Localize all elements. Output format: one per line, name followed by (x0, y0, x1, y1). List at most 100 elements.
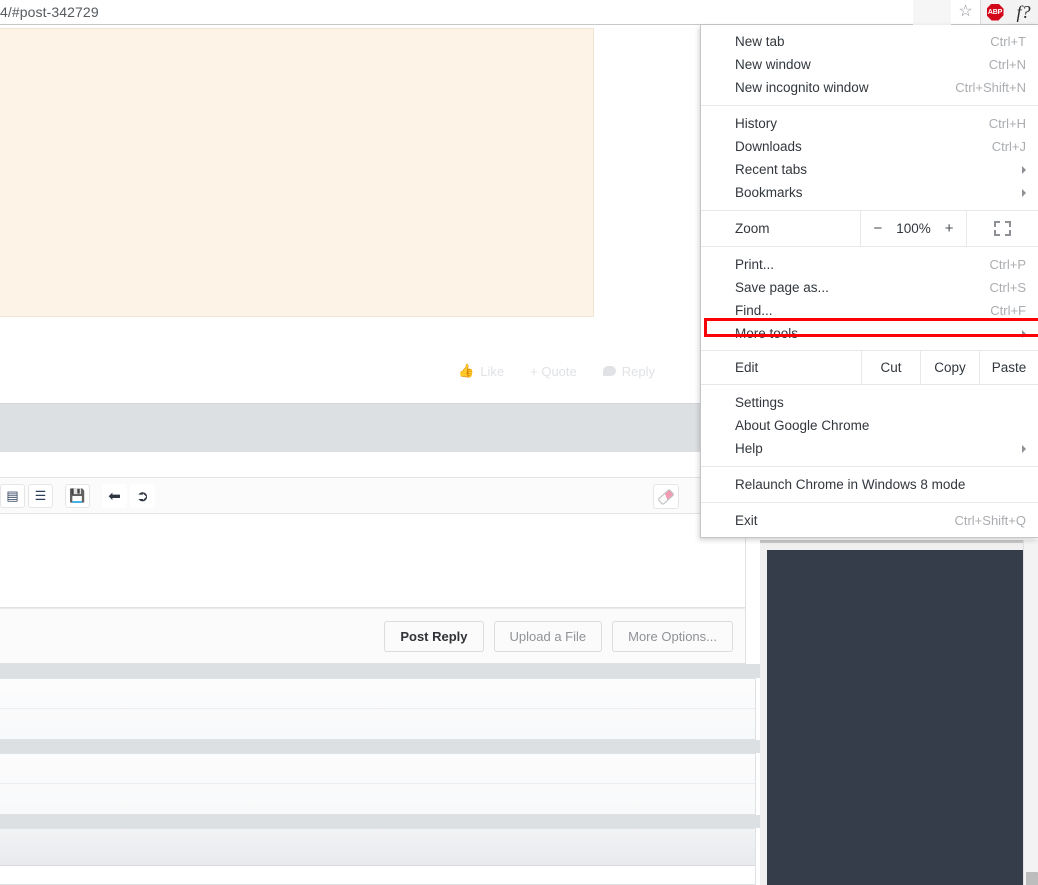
menu-accel: Ctrl+H (988, 116, 1026, 131)
paste-button[interactable]: Paste (979, 351, 1038, 384)
quote-label: + Quote (530, 363, 577, 379)
menu-item-exit[interactable]: Exit Ctrl+Shift+Q (701, 509, 1038, 532)
menu-item-print[interactable]: Print... Ctrl+P (701, 253, 1038, 276)
bookmark-star-icon: ☆ (958, 3, 973, 20)
menu-item-save-page-as[interactable]: Save page as... Ctrl+S (701, 276, 1038, 299)
eraser-glyph (657, 488, 675, 505)
address-bar-url: 4/#post-342729 (0, 4, 99, 20)
menu-label: New incognito window (735, 80, 869, 95)
chevron-right-icon (1022, 329, 1026, 338)
page-scrollbar[interactable] (1023, 540, 1038, 885)
sidebar-dark-panel (760, 540, 1038, 885)
content-panel-3 (0, 828, 756, 885)
menu-label: Relaunch Chrome in Windows 8 mode (735, 477, 966, 492)
redo-icon[interactable]: ➲ (130, 483, 155, 508)
menu-label: Bookmarks (735, 185, 803, 200)
undo-icon[interactable]: ⬅ (102, 483, 127, 508)
zoom-controls: − 100% + (860, 211, 966, 246)
menu-edit-row: Edit Cut Copy Paste (701, 350, 1038, 385)
panel-gutter-2 (0, 740, 766, 753)
menu-item-new-tab[interactable]: New tab Ctrl+T (701, 30, 1038, 53)
chrome-main-menu: New tab Ctrl+T New window Ctrl+N New inc… (700, 25, 1038, 538)
menu-separator (701, 105, 1038, 106)
list-icon[interactable]: ☰ (28, 483, 53, 508)
menu-item-recent-tabs[interactable]: Recent tabs (701, 158, 1038, 181)
rail-top-border (760, 540, 1038, 543)
more-options-button[interactable]: More Options... (612, 620, 733, 652)
adblock-plus-icon: ABP (986, 3, 1004, 21)
menu-label: More tools (735, 326, 799, 341)
menu-accel: Ctrl+T (990, 34, 1026, 49)
zoom-in-button[interactable]: + (945, 220, 954, 237)
font-question-extension-icon: f? (1016, 1, 1031, 22)
menu-accel: Ctrl+S (989, 280, 1026, 295)
menu-item-new-window[interactable]: New window Ctrl+N (701, 53, 1038, 76)
content-panel-2 (0, 753, 756, 815)
font-extension-button[interactable]: f? (1009, 0, 1038, 25)
menu-label: Recent tabs (735, 162, 808, 177)
menu-label: New window (735, 57, 811, 72)
menu-item-settings[interactable]: Settings (701, 391, 1038, 414)
media-icon[interactable]: ▤ (0, 483, 25, 508)
like-label: Like (480, 363, 505, 379)
menu-label: History (735, 116, 778, 131)
menu-item-find[interactable]: Find... Ctrl+F (701, 299, 1038, 322)
panel-gutter-1 (0, 664, 766, 678)
menu-item-history[interactable]: History Ctrl+H (701, 112, 1038, 135)
chevron-right-icon (1022, 188, 1026, 197)
reply-textarea[interactable] (0, 515, 746, 608)
thumbs-up-icon: 👍 (458, 363, 475, 378)
eraser-icon[interactable] (653, 484, 679, 509)
zoom-level-value: 100% (896, 221, 931, 236)
menu-label: Save page as... (735, 280, 829, 295)
speech-bubble-icon (602, 366, 616, 376)
menu-accel: Ctrl+Shift+N (955, 80, 1026, 95)
scrollbar-thumb[interactable] (1026, 872, 1038, 885)
menu-item-downloads[interactable]: Downloads Ctrl+J (701, 135, 1038, 158)
zoom-label: Zoom (735, 221, 770, 236)
post-message-body (0, 28, 594, 317)
menu-accel: Ctrl+Shift+Q (954, 513, 1026, 528)
menu-item-help[interactable]: Help (701, 437, 1038, 460)
menu-zoom-row: Zoom − 100% + (701, 210, 1038, 247)
content-panel-1 (0, 678, 756, 740)
screen: 👍 Like + Quote Reply ▤ ☰ 💾 ⬅ ➲ Post Repl… (0, 0, 1038, 885)
sidebar-dark-fill (767, 550, 1023, 885)
edit-label: Edit (735, 360, 759, 375)
address-bar[interactable]: 4/#post-342729 (0, 0, 913, 25)
menu-label: Help (735, 441, 763, 456)
panel-gutter-3 (0, 815, 766, 828)
post-action-bar: 👍 Like + Quote Reply (0, 350, 700, 392)
menu-item-more-tools[interactable]: More tools (701, 322, 1038, 345)
panel-header (0, 829, 755, 866)
copy-button[interactable]: Copy (920, 351, 979, 384)
editor-footer: Post Reply Upload a File More Options... (0, 608, 746, 664)
browser-action-buttons: ☆ ABP f? (951, 0, 1038, 43)
chevron-right-icon (1022, 165, 1026, 174)
menu-item-bookmarks[interactable]: Bookmarks (701, 181, 1038, 204)
editor-toolbar: ▤ ☰ 💾 ⬅ ➲ (0, 477, 712, 514)
quote-link[interactable]: + Quote (530, 364, 577, 379)
reply-link[interactable]: Reply (602, 363, 655, 379)
panel-divider (0, 783, 755, 784)
reply-label: Reply (621, 363, 655, 379)
cut-button[interactable]: Cut (861, 351, 920, 384)
upload-file-button[interactable]: Upload a File (493, 620, 603, 652)
menu-item-new-incognito-window[interactable]: New incognito window Ctrl+Shift+N (701, 76, 1038, 99)
bookmark-star-button[interactable]: ☆ (951, 0, 980, 25)
menu-item-about-google-chrome[interactable]: About Google Chrome (701, 414, 1038, 437)
post-separator-band (0, 403, 702, 452)
post-reply-button[interactable]: Post Reply (384, 620, 484, 652)
menu-label: Print... (735, 257, 775, 272)
browser-chrome-bar: 4/#post-342729 ☆ ABP f? (0, 0, 1038, 43)
menu-label: About Google Chrome (735, 418, 870, 433)
save-icon[interactable]: 💾 (65, 483, 90, 508)
fullscreen-icon (994, 221, 1011, 236)
menu-item-relaunch-windows-8-mode[interactable]: Relaunch Chrome in Windows 8 mode (701, 473, 1038, 496)
menu-label: Find... (735, 303, 773, 318)
like-link[interactable]: 👍 Like (458, 363, 504, 379)
menu-label: Settings (735, 395, 784, 410)
zoom-out-button[interactable]: − (873, 220, 882, 237)
adblock-plus-button[interactable]: ABP (980, 0, 1009, 25)
fullscreen-button[interactable] (966, 211, 1038, 246)
